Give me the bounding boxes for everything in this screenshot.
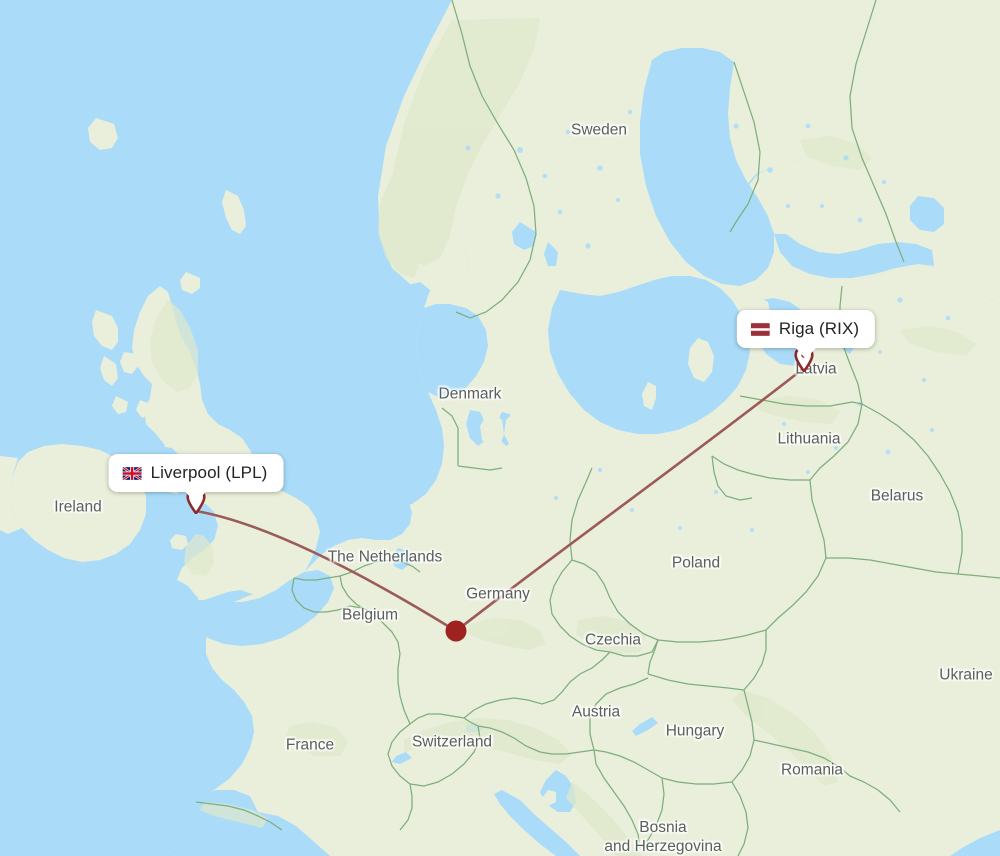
origin-airport-bubble[interactable]: Liverpool (LPL) bbox=[108, 454, 284, 503]
destination-airport-label: Riga (RIX) bbox=[778, 319, 860, 338]
flight-route-map[interactable]: Sweden Denmark Ireland Latvia Lithuania Belar… bbox=[0, 0, 1000, 856]
basemap-layer bbox=[0, 0, 1000, 856]
flag-united-kingdom-icon bbox=[122, 466, 142, 480]
route-waypoint-marker bbox=[445, 620, 467, 642]
flag-latvia-icon bbox=[750, 322, 770, 336]
destination-airport-bubble[interactable]: Riga (RIX) bbox=[736, 310, 876, 359]
origin-airport-label: Liverpool (LPL) bbox=[150, 463, 268, 482]
